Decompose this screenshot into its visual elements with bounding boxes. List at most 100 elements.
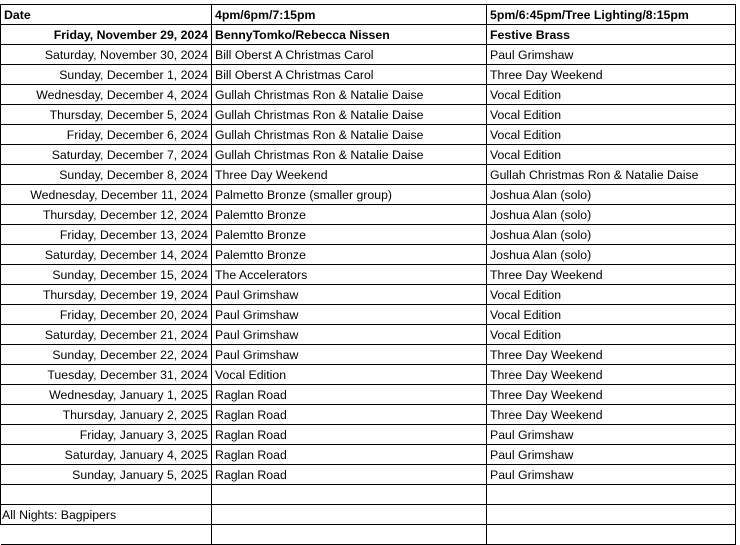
cell-date: Sunday, December 8, 2024 <box>0 164 212 185</box>
cell-early-program: Paul Grimshaw <box>211 324 487 345</box>
cell-late-program: Three Day Weekend <box>486 364 736 385</box>
table-row: Thursday, December 19, 2024 Paul Grimshaw… <box>0 284 736 305</box>
cell-early-program: Paul Grimshaw <box>211 344 487 365</box>
cell-early-program <box>211 484 487 505</box>
table-row: Friday, December 13, 2024 Palemtto Bronze… <box>0 224 736 245</box>
cell-late-program: Joshua Alan (solo) <box>486 184 736 205</box>
cell-date: Thursday, January 2, 2025 <box>0 404 212 425</box>
cell-late-program: Paul Grimshaw <box>486 464 736 485</box>
cell-early-program: The Accelerators <box>211 264 487 285</box>
table-row: Saturday, December 14, 2024 Palemtto Bron… <box>0 244 736 265</box>
table-row: Sunday, December 15, 2024 The Accelerator… <box>0 264 736 285</box>
cell-early-program: Gullah Christmas Ron & Natalie Daise <box>211 144 487 165</box>
cell-late-program: Vocal Edition <box>486 104 736 125</box>
cell-late-program: Vocal Edition <box>486 84 736 105</box>
cell-date <box>0 524 212 545</box>
cell-late-program: Three Day Weekend <box>486 344 736 365</box>
cell-date: All Nights: Bagpipers <box>0 504 212 525</box>
cell-early-program: Raglan Road <box>211 424 487 445</box>
cell-late-program: Three Day Weekend <box>486 64 736 85</box>
schedule-table: Date 4pm/6pm/7:15pm 5pm/6:45pm/Tree Ligh… <box>0 4 736 545</box>
cell-date: Thursday, December 12, 2024 <box>0 204 212 225</box>
column-header-late: 5pm/6:45pm/Tree Lighting/8:15pm <box>486 4 736 25</box>
cell-date: Tuesday, December 31, 2024 <box>0 364 212 385</box>
cell-late-program: Vocal Edition <box>486 304 736 325</box>
table-row: Thursday, January 2, 2025 Raglan Road Thre… <box>0 404 736 425</box>
table-row: Tuesday, December 31, 2024 Vocal Edition T… <box>0 364 736 385</box>
cell-early-program: Gullah Christmas Ron & Natalie Daise <box>211 84 487 105</box>
column-header-early: 4pm/6pm/7:15pm <box>211 4 487 25</box>
cell-late-program: Paul Grimshaw <box>486 44 736 65</box>
cell-late-program: Vocal Edition <box>486 144 736 165</box>
cell-early-program: Raglan Road <box>211 464 487 485</box>
table-row: Thursday, December 12, 2024 Palemtto Bron… <box>0 204 736 225</box>
table-row: Saturday, December 21, 2024 Paul Grimshaw… <box>0 324 736 345</box>
cell-late-program: Joshua Alan (solo) <box>486 224 736 245</box>
table-header: Date 4pm/6pm/7:15pm 5pm/6:45pm/Tree Ligh… <box>0 4 736 25</box>
table-row <box>0 524 736 545</box>
cell-late-program: Three Day Weekend <box>486 264 736 285</box>
cell-late-program: Paul Grimshaw <box>486 444 736 465</box>
column-header-date: Date <box>0 4 212 25</box>
cell-date: Sunday, December 22, 2024 <box>0 344 212 365</box>
cell-early-program: Bill Oberst A Christmas Carol <box>211 64 487 85</box>
cell-late-program <box>486 504 736 525</box>
table-row: Friday, December 20, 2024 Paul Grimshaw Vo… <box>0 304 736 325</box>
table-row: Friday, November 29, 2024 BennyTomko/Rebe… <box>0 24 736 45</box>
table-row: Saturday, January 4, 2025 Raglan Road Paul… <box>0 444 736 465</box>
table-row: Sunday, December 8, 2024 Three Day Weeken… <box>0 164 736 185</box>
cell-date: Saturday, January 4, 2025 <box>0 444 212 465</box>
cell-date: Saturday, December 21, 2024 <box>0 324 212 345</box>
cell-date: Saturday, November 30, 2024 <box>0 44 212 65</box>
cell-late-program: Three Day Weekend <box>486 384 736 405</box>
table-row: Wednesday, December 4, 2024 Gullah Christ… <box>0 84 736 105</box>
cell-date: Sunday, January 5, 2025 <box>0 464 212 485</box>
cell-early-program: Vocal Edition <box>211 364 487 385</box>
cell-early-program: Gullah Christmas Ron & Natalie Daise <box>211 124 487 145</box>
cell-late-program: Joshua Alan (solo) <box>486 244 736 265</box>
table-row: Friday, January 3, 2025 Raglan Road Paul G… <box>0 424 736 445</box>
cell-early-program: Palemtto Bronze <box>211 224 487 245</box>
table-row: Sunday, December 1, 2024 Bill Oberst A Ch… <box>0 64 736 85</box>
cell-late-program <box>486 524 736 545</box>
cell-date: Thursday, December 5, 2024 <box>0 104 212 125</box>
cell-late-program: Gullah Christmas Ron & Natalie Daise <box>486 164 736 185</box>
cell-date: Friday, December 20, 2024 <box>0 304 212 325</box>
cell-early-program: Paul Grimshaw <box>211 304 487 325</box>
table-row: Wednesday, January 1, 2025 Raglan Road Thr… <box>0 384 736 405</box>
cell-date: Sunday, December 1, 2024 <box>0 64 212 85</box>
table-row: Saturday, November 30, 2024 Bill Oberst A… <box>0 44 736 65</box>
cell-late-program: Vocal Edition <box>486 124 736 145</box>
table-row: Sunday, December 22, 2024 Paul Grimshaw Th… <box>0 344 736 365</box>
cell-late-program: Joshua Alan (solo) <box>486 204 736 225</box>
table-body: Friday, November 29, 2024 BennyTomko/Rebe… <box>0 24 736 545</box>
table-row: Friday, December 6, 2024 Gullah Christmas… <box>0 124 736 145</box>
cell-early-program: Palemtto Bronze <box>211 244 487 265</box>
cell-early-program: Gullah Christmas Ron & Natalie Daise <box>211 104 487 125</box>
cell-early-program: Raglan Road <box>211 444 487 465</box>
cell-date: Friday, January 3, 2025 <box>0 424 212 445</box>
table-header-row: Date 4pm/6pm/7:15pm 5pm/6:45pm/Tree Ligh… <box>0 4 736 25</box>
cell-early-program: Paul Grimshaw <box>211 284 487 305</box>
cell-date: Sunday, December 15, 2024 <box>0 264 212 285</box>
table-row: Sunday, January 5, 2025 Raglan Road Paul G… <box>0 464 736 485</box>
cell-date: Friday, December 6, 2024 <box>0 124 212 145</box>
cell-late-program: Paul Grimshaw <box>486 424 736 445</box>
cell-date: Wednesday, December 11, 2024 <box>0 184 212 205</box>
cell-date: Wednesday, January 1, 2025 <box>0 384 212 405</box>
cell-early-program: Bill Oberst A Christmas Carol <box>211 44 487 65</box>
schedule-sheet: Date 4pm/6pm/7:15pm 5pm/6:45pm/Tree Ligh… <box>0 4 736 545</box>
table-row: Saturday, December 7, 2024 Gullah Christm… <box>0 144 736 165</box>
cell-late-program <box>486 484 736 505</box>
cell-late-program: Vocal Edition <box>486 284 736 305</box>
table-row <box>0 484 736 505</box>
cell-date: Saturday, December 7, 2024 <box>0 144 212 165</box>
cell-early-program <box>211 524 487 545</box>
cell-late-program: Festive Brass <box>486 24 736 45</box>
cell-date: Friday, December 13, 2024 <box>0 224 212 245</box>
cell-early-program: Three Day Weekend <box>211 164 487 185</box>
cell-late-program: Vocal Edition <box>486 324 736 345</box>
cell-early-program: BennyTomko/Rebecca Nissen <box>211 24 487 45</box>
cell-early-program: Raglan Road <box>211 384 487 405</box>
cell-date: Thursday, December 19, 2024 <box>0 284 212 305</box>
